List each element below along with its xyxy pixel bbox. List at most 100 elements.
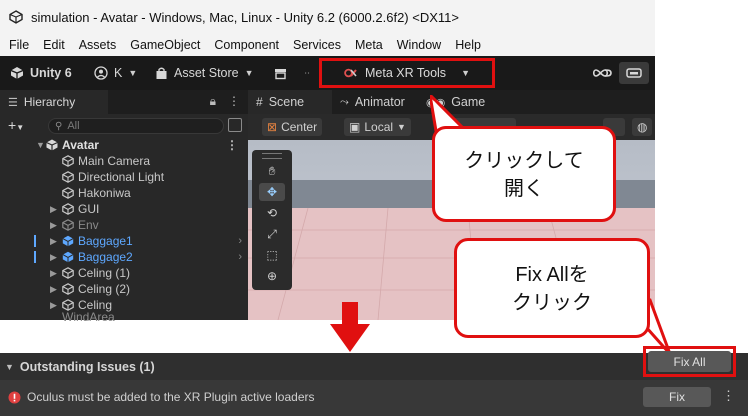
rotate-tool-icon[interactable]: ⟲ xyxy=(259,204,285,222)
hierarchy-search-input[interactable]: ⚲ All xyxy=(48,118,224,134)
rect-tool-icon[interactable]: ⬚ xyxy=(259,246,285,264)
callout-open-line2: 開く xyxy=(504,178,544,200)
hierarchy-item-label: Celing xyxy=(78,298,113,312)
issues-header[interactable]: ▼ Outstanding Issues (1) xyxy=(0,353,748,380)
transform-tool-icon[interactable]: ⊕ xyxy=(259,267,285,285)
collapsed-arrow-icon[interactable]: ▶ xyxy=(50,300,62,311)
issues-header-label: Outstanding Issues (1) xyxy=(19,359,155,374)
globe-toggle[interactable]: ◍ xyxy=(632,118,652,136)
collapsed-arrow-icon[interactable]: ▶ xyxy=(50,236,62,247)
tab-scene-label: Scene xyxy=(268,95,305,109)
chevron-down-icon: ▼ xyxy=(461,68,470,78)
add-object-button[interactable]: +▼ xyxy=(8,117,24,133)
hierarchy-item-label: Directional Light xyxy=(78,170,165,184)
hierarchy-item-hakoniwa[interactable]: Hakoniwa xyxy=(0,185,248,201)
gameobject-cube-icon xyxy=(62,267,74,279)
package-icon xyxy=(275,68,286,79)
hierarchy-item-label: Env xyxy=(78,218,99,232)
hierarchy-tab-label: Hierarchy xyxy=(23,95,76,109)
lock-icon[interactable]: 🔒︎ xyxy=(210,94,216,109)
hierarchy-search-bar: +▼ ⚲ All xyxy=(0,114,248,138)
asset-store-button[interactable]: Asset Store ▼ xyxy=(155,56,254,90)
pivot-label: Center xyxy=(281,120,318,134)
fix-all-button[interactable]: Fix All xyxy=(648,351,731,372)
account-icon xyxy=(94,66,108,80)
hierarchy-item-directional-light[interactable]: Directional Light xyxy=(0,169,248,185)
hierarchy-tab-icons: 🔒︎ ⋮ xyxy=(210,94,240,109)
menu-assets[interactable]: Assets xyxy=(79,38,117,52)
collapsed-arrow-icon[interactable]: ▶ xyxy=(50,268,62,279)
prefab-marker xyxy=(34,251,36,263)
menu-services[interactable]: Services xyxy=(293,38,341,52)
pivot-center-dropdown[interactable]: ⊠ Center xyxy=(262,118,323,136)
menu-edit[interactable]: Edit xyxy=(43,38,65,52)
tab-animator[interactable]: ⤳ Animator xyxy=(332,90,413,114)
collapsed-arrow-icon[interactable]: ▶ xyxy=(50,252,62,263)
space-local-dropdown[interactable]: ▣ Local ▼ xyxy=(344,118,411,136)
kebab-menu-icon[interactable]: ⋮ xyxy=(228,94,240,109)
pivot-icon: ⊠ xyxy=(267,120,278,134)
menu-component[interactable]: Component xyxy=(214,38,279,52)
gameobject-cube-icon xyxy=(62,299,74,311)
menu-window[interactable]: Window xyxy=(397,38,441,52)
account-button[interactable]: K ▼ xyxy=(94,56,137,90)
meta-xr-icon xyxy=(344,68,357,78)
move-tool-icon[interactable]: ✥ xyxy=(259,183,285,201)
scale-tool-icon[interactable]: ⤢ xyxy=(259,225,285,243)
shopping-bag-icon xyxy=(156,67,167,79)
menu-gameobject[interactable]: GameObject xyxy=(130,38,200,52)
meta-infinity-icon[interactable] xyxy=(593,67,613,79)
unity-scene-icon xyxy=(46,139,58,151)
expand-arrow-icon[interactable]: ▼ xyxy=(36,140,46,150)
drag-handle[interactable] xyxy=(262,153,282,159)
globe-icon: ◍ xyxy=(637,120,648,134)
meta-xr-tools-label: Meta XR Tools xyxy=(365,66,447,80)
menu-meta[interactable]: Meta xyxy=(355,38,383,52)
title-bar: simulation - Avatar - Windows, Mac, Linu… xyxy=(0,0,655,34)
scene-name: Avatar xyxy=(62,138,99,152)
toolbar-right-group xyxy=(593,62,649,84)
hierarchy-item-celing-2[interactable]: ▶ Celing (2) xyxy=(0,281,248,297)
callout-fixall-line2: クリック xyxy=(512,292,592,314)
hierarchy-item-main-camera[interactable]: Main Camera xyxy=(0,153,248,169)
collapsed-arrow-icon[interactable]: ▶ xyxy=(50,284,62,295)
prefab-cube-icon xyxy=(62,235,74,247)
hierarchy-item-celing-1[interactable]: ▶ Celing (1) xyxy=(0,265,248,281)
package-icon-button[interactable] xyxy=(274,56,287,90)
hierarchy-item-label: Baggage1 xyxy=(78,234,133,248)
kebab-menu-icon[interactable]: ⋮ xyxy=(722,388,735,404)
hand-tool-icon[interactable]: ✋︎ xyxy=(259,162,285,180)
hierarchy-item-label: Celing (1) xyxy=(78,266,131,280)
tab-animator-label: Animator xyxy=(354,95,405,109)
menu-file[interactable]: File xyxy=(9,38,29,52)
fix-button[interactable]: Fix xyxy=(643,387,711,407)
unity-version-button[interactable]: Unity 6 xyxy=(10,56,72,90)
menu-help[interactable]: Help xyxy=(455,38,481,52)
chevron-right-icon[interactable]: › xyxy=(238,251,242,263)
scene-root-row[interactable]: ▼ Avatar ⋮ xyxy=(0,137,248,153)
collapsed-arrow-icon[interactable]: ▶ xyxy=(50,204,62,215)
headset-button[interactable] xyxy=(619,62,649,84)
hierarchy-item-windarea[interactable]: WindArea xyxy=(0,312,248,322)
hierarchy-item-baggage2[interactable]: ▶ Baggage2 › xyxy=(0,249,248,265)
meta-xr-tools-button[interactable]: Meta XR Tools ▼ xyxy=(319,58,495,88)
scene-menu-icon[interactable]: ⋮ xyxy=(226,138,238,152)
menu-bar: File Edit Assets GameObject Component Se… xyxy=(0,34,655,56)
search-filter-button[interactable] xyxy=(228,118,242,132)
callout-click-open: クリックして 開く xyxy=(432,126,616,222)
issue-row: Oculus must be added to the XR Plugin ac… xyxy=(0,383,748,411)
cloud-icon-button[interactable]: ᐧᐧ xyxy=(304,56,310,90)
collapsed-arrow-icon[interactable]: ▶ xyxy=(50,220,62,231)
hierarchy-item-gui[interactable]: ▶ GUI xyxy=(0,201,248,217)
tab-scene[interactable]: # Scene xyxy=(248,90,332,114)
chevron-right-icon[interactable]: › xyxy=(238,235,242,247)
collapse-arrow-icon[interactable]: ▼ xyxy=(5,362,14,372)
hierarchy-item-label: Hakoniwa xyxy=(78,186,131,200)
hierarchy-item-env[interactable]: ▶ Env xyxy=(0,217,248,233)
hierarchy-item-baggage1[interactable]: ▶ Baggage1 › xyxy=(0,233,248,249)
tab-hierarchy[interactable]: ☰ Hierarchy xyxy=(0,90,108,114)
gameobject-cube-icon xyxy=(62,187,74,199)
hierarchy-item-celing[interactable]: ▶ Celing xyxy=(0,297,248,313)
callout-fixall-line1: Fix Allを xyxy=(515,264,589,286)
hierarchy-item-label: Celing (2) xyxy=(78,282,131,296)
